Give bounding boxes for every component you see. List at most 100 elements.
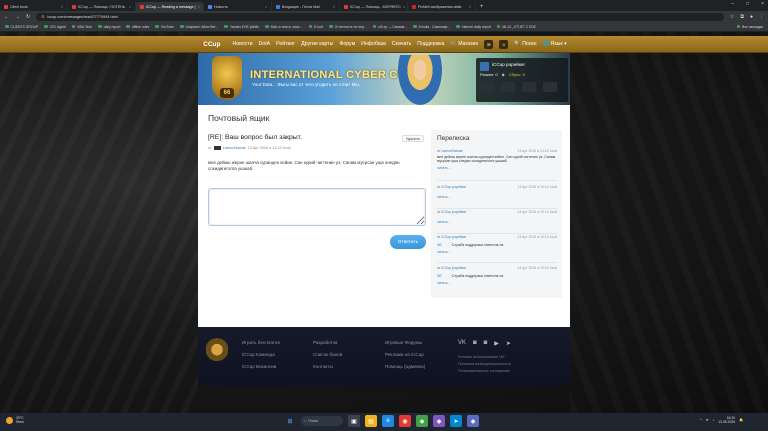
telegram-icon[interactable]: ➤: [506, 340, 511, 347]
legal-link[interactable]: Условия использования 18+: [458, 355, 511, 359]
nav-shop[interactable]: 🛒 Магазин: [450, 41, 478, 47]
app-icon[interactable]: ◆: [433, 415, 445, 427]
quicklink-button[interactable]: [543, 82, 557, 92]
minimize-icon[interactable]: –: [731, 1, 734, 7]
delete-button[interactable]: Удалить: [402, 135, 424, 142]
volume-icon[interactable]: ♪: [712, 418, 714, 422]
avatar[interactable]: [480, 62, 489, 71]
browser-tab[interactable]: Client book ×: [0, 2, 68, 11]
bookmark-item[interactable]: offline rules: [126, 25, 149, 29]
footer-link[interactable]: Играть бесплатно: [242, 340, 280, 345]
search-button[interactable]: 🔍 Поиск: [514, 41, 536, 47]
chrome-icon[interactable]: ◉: [399, 415, 411, 427]
nav-rating[interactable]: Рейтинг: [276, 41, 295, 47]
telegram-icon[interactable]: ➤: [450, 415, 462, 427]
notifications-icon[interactable]: 🔔: [739, 418, 743, 422]
browser-tab[interactable]: PixMeil изображения abstr. ×: [408, 2, 476, 11]
footer-link[interactable]: iCCup Команда: [242, 352, 280, 357]
conversation-item[interactable]: от LamonNamat 13 Apr 2026 в 14:22 local м…: [437, 149, 557, 181]
item-author[interactable]: iCCup рорейкег: [441, 210, 466, 214]
mail-icon[interactable]: ✉: [484, 39, 494, 49]
bookmark-item[interactable]: Все закладки: [736, 25, 763, 29]
bookmark-item[interactable]: E-hod: [308, 25, 323, 29]
bookmark-item[interactable]: cl3 хр — Связыв...: [372, 25, 407, 29]
nav-forum[interactable]: Форум: [339, 41, 355, 47]
taskbar-search[interactable]: ⌕ Поиск: [301, 416, 343, 426]
nav-dota[interactable]: DotA: [259, 41, 271, 47]
footer-link[interactable]: Разработка: [313, 340, 342, 345]
bookmark-item[interactable]: Mail.ru почта, поис...: [265, 25, 303, 29]
message-author[interactable]: LamonNamat: [223, 146, 246, 150]
close-icon[interactable]: ×: [469, 5, 471, 9]
edge-icon[interactable]: e: [382, 415, 394, 427]
read-link[interactable]: читать...: [437, 195, 557, 199]
bookmark-item[interactable]: CLIENTS GROUP: [5, 25, 38, 29]
conversation-item[interactable]: от iCCup рорейкег 13 Apr 2026 в 19:12 loc…: [437, 185, 557, 209]
profile-icon[interactable]: ●: [750, 14, 753, 20]
file-explorer-icon[interactable]: ▤: [365, 415, 377, 427]
bookmark-item[interactable]: BSA Tech: [71, 25, 92, 29]
browser-tab[interactable]: iCCup — Помощь / ПОГЕНЬ ×: [68, 2, 136, 11]
close-icon[interactable]: ×: [403, 5, 405, 9]
start-icon[interactable]: ⊞: [284, 415, 296, 427]
username[interactable]: iCCup рорейкег: [492, 62, 525, 67]
footer-link[interactable]: Реклама на iCCup: [385, 352, 425, 357]
wifi-icon[interactable]: ≋: [706, 418, 709, 422]
new-tab-button[interactable]: +: [476, 4, 488, 10]
bookmark-item[interactable]: Yandex ЕЛЕ pbb8u: [224, 25, 259, 29]
footer-link[interactable]: Контакты: [313, 364, 342, 369]
legal-link[interactable]: Пользовательское соглашение: [458, 369, 511, 373]
bookmark-item[interactable]: Internet daily report: [456, 25, 491, 29]
weather-widget[interactable]: 20°C Ясно: [6, 416, 24, 424]
chevron-up-icon[interactable]: ^: [700, 418, 702, 422]
browser-tab[interactable]: Новость ×: [204, 2, 272, 11]
task-view-icon[interactable]: ▣: [348, 415, 360, 427]
nav-infobase[interactable]: Инфобаза: [361, 41, 386, 47]
footer-link[interactable]: iCCup Вакансии: [242, 364, 280, 369]
item-author[interactable]: LamonNamat: [441, 149, 462, 153]
quicklink-button[interactable]: [522, 82, 536, 92]
discord-icon[interactable]: ◙: [473, 340, 477, 347]
close-window-icon[interactable]: ×: [761, 1, 764, 7]
conversation-item[interactable]: от iCCup рорейкег 13 Apr 2026 в 19:13 loc…: [437, 210, 557, 234]
reply-button[interactable]: Ответить: [390, 235, 426, 249]
bookmark-item[interactable]: Отчетность по пер...: [329, 25, 367, 29]
bookmark-item[interactable]: daily report: [98, 25, 120, 29]
bookmark-item[interactable]: Unsplash: Allow Ber...: [180, 25, 218, 29]
nav-support[interactable]: Поддержка: [417, 41, 444, 47]
bookmark-item[interactable]: ML13 _ОТЧЕТ 2 ЕОЕ: [496, 25, 536, 29]
read-link[interactable]: читать...: [437, 166, 557, 170]
read-link[interactable]: читать...: [437, 281, 557, 285]
quicklink-button[interactable]: [501, 82, 515, 92]
forward-icon[interactable]: →: [15, 14, 20, 20]
browser-tab[interactable]: Входящие - Почта Mail ×: [272, 2, 340, 11]
clock[interactable]: 16:20 13.05.2026: [718, 416, 735, 424]
address-bar[interactable]: ⊙ iccup.com/messages/read/27770944.html: [36, 12, 724, 21]
item-author[interactable]: iCCup рорейкег: [441, 266, 466, 270]
quicklink-button[interactable]: [480, 82, 494, 92]
vk-icon[interactable]: VK: [458, 340, 466, 347]
menu-icon[interactable]: ⋮: [759, 14, 764, 20]
extensions-icon[interactable]: ⧉: [740, 14, 744, 20]
app-icon[interactable]: ◆: [416, 415, 428, 427]
back-icon[interactable]: ←: [4, 14, 9, 20]
browser-tab[interactable]: iCCup — Помощь - МОРФЕУС ×: [340, 2, 408, 11]
user-icon[interactable]: ☺: [499, 39, 509, 49]
conversation-item[interactable]: от iCCup рорейкег 13 Apr 2026 в 19:19 loc…: [437, 235, 557, 263]
close-icon[interactable]: ×: [265, 5, 267, 9]
site-logo[interactable]: iCCup: [201, 41, 220, 48]
legal-link[interactable]: Политика конфиденциальности: [458, 362, 511, 366]
conversation-item[interactable]: от iCCup рорейкег 13 Apr 2026 в 19:20 loc…: [437, 266, 557, 294]
footer-link[interactable]: Список банов: [313, 352, 342, 357]
bookmark-item[interactable]: Enrolla - Симплиф...: [413, 25, 450, 29]
site-info-icon[interactable]: ⊙: [41, 14, 44, 19]
youtube-icon[interactable]: ▶: [494, 340, 499, 347]
item-author[interactable]: iCCup рорейкег: [441, 185, 466, 189]
nav-news[interactable]: Новости: [232, 41, 252, 47]
close-icon[interactable]: ×: [198, 5, 200, 9]
browser-tab-active[interactable]: iCCup — Reading a message (×: [136, 2, 204, 11]
read-link[interactable]: читать...: [437, 220, 557, 224]
discord-icon[interactable]: ◙: [484, 340, 488, 347]
footer-link[interactable]: Помощь (админка): [385, 364, 425, 369]
item-author[interactable]: iCCup рорейкег: [441, 235, 466, 239]
